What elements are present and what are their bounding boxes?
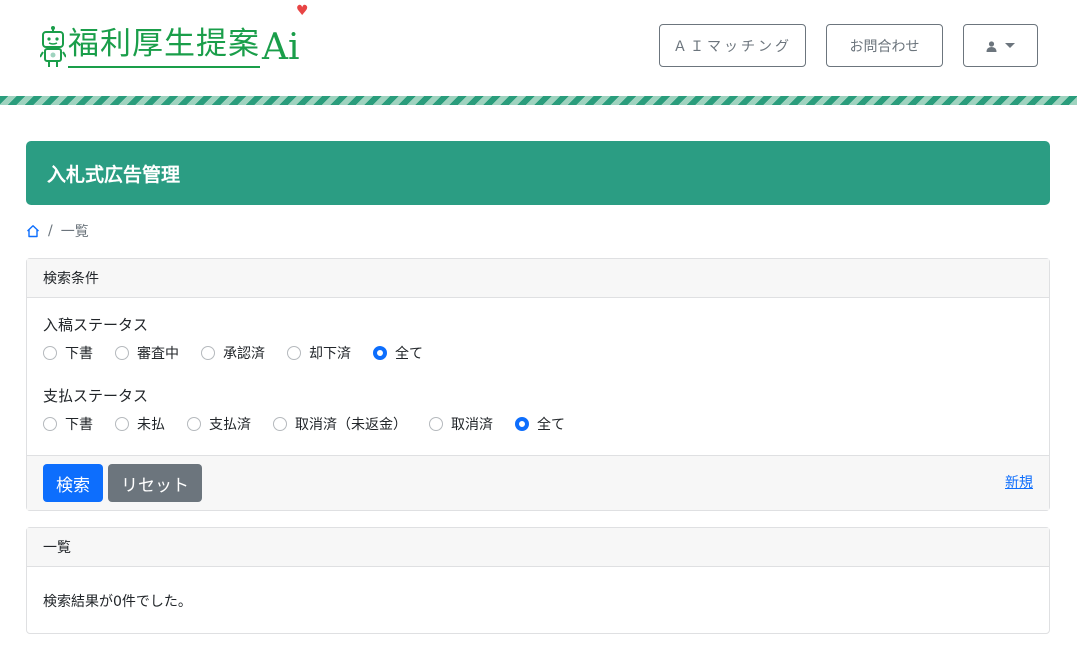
search-button[interactable]: 検索 [43,464,103,502]
header-stripe-divider [0,96,1077,105]
breadcrumb-separator: / [48,223,53,239]
radio-label: 下書 [65,346,93,362]
empty-result-message: 検索結果が0件でした。 [43,594,192,610]
submission-status-option-reviewing[interactable]: 審査中 [115,343,179,363]
search-card-header: 検索条件 [27,259,1049,298]
payment-status-option-cancelled[interactable]: 取消済 [429,414,493,434]
payment-status-option-cancelled-unrefunded[interactable]: 取消済（未返金） [273,414,407,434]
radio-label: 全て [537,417,565,433]
radio-button[interactable] [43,346,57,360]
contact-button[interactable]: お問合わせ [826,24,943,67]
list-card: 一覧 検索結果が0件でした。 [26,527,1050,634]
radio-button-checked[interactable] [373,346,387,360]
radio-label: 審査中 [137,346,179,362]
submission-status-option-rejected[interactable]: 却下済 [287,343,351,363]
breadcrumb: / 一覧 [26,220,89,242]
user-menu-button[interactable] [963,24,1038,67]
radio-button[interactable] [115,417,129,431]
ai-matching-button[interactable]: ＡＩマッチング [659,24,806,67]
new-link[interactable]: 新規 [1005,472,1033,492]
breadcrumb-current: 一覧 [60,224,89,240]
radio-label: 取消済 [451,417,493,433]
search-card-footer: 検索 リセット 新規 [27,455,1049,510]
submission-status-radio-group: 下書 審査中 承認済 却下済 全て [43,343,445,363]
payment-status-label: 支払ステータス [43,387,149,405]
radio-label: 却下済 [309,346,351,362]
payment-status-option-all[interactable]: 全て [515,414,565,434]
radio-button[interactable] [273,417,287,431]
radio-label: 全て [395,346,423,362]
list-body: 検索結果が0件でした。 [27,567,1049,635]
search-card: 検索条件 入稿ステータス 下書 審査中 承認済 却下済 全て 支払ステータス 下… [26,258,1050,511]
search-card-title: 検索条件 [43,271,99,287]
logo-text: 福利厚生提案 [68,24,260,68]
radio-label: 未払 [137,417,165,433]
radio-label: 取消済（未返金） [295,417,407,433]
logo-ai: Ai [262,27,300,68]
page-title: 入札式広告管理 [47,163,181,186]
page-title-banner: 入札式広告管理 [26,141,1050,205]
radio-button-checked[interactable] [515,417,529,431]
payment-status-option-unpaid[interactable]: 未払 [115,414,165,434]
list-card-header: 一覧 [27,528,1049,567]
payment-status-option-draft[interactable]: 下書 [43,414,93,434]
radio-button[interactable] [187,417,201,431]
reset-button[interactable]: リセット [108,464,202,502]
submission-status-option-approved[interactable]: 承認済 [201,343,265,363]
heart-icon: ♥ [296,3,309,19]
radio-label: 承認済 [223,346,265,362]
radio-button[interactable] [115,346,129,360]
chevron-down-icon [1005,43,1015,48]
radio-button[interactable] [43,417,57,431]
robot-mascot-icon [39,26,67,68]
radio-button[interactable] [287,346,301,360]
user-icon [986,40,997,52]
submission-status-label: 入稿ステータス [43,316,149,334]
submission-status-option-draft[interactable]: 下書 [43,343,93,363]
radio-label: 支払済 [209,417,251,433]
payment-status-radio-group: 下書 未払 支払済 取消済（未返金） 取消済 全て [43,414,587,434]
radio-button[interactable] [429,417,443,431]
site-logo[interactable]: 福利厚生提案 Ai [39,18,300,68]
list-card-title: 一覧 [43,540,71,556]
submission-status-option-all[interactable]: 全て [373,343,423,363]
radio-label: 下書 [65,417,93,433]
payment-status-option-paid[interactable]: 支払済 [187,414,251,434]
site-header: 福利厚生提案 Ai ♥ ＡＩマッチング お問合わせ [0,0,1077,96]
radio-button[interactable] [201,346,215,360]
home-icon[interactable] [26,224,40,238]
